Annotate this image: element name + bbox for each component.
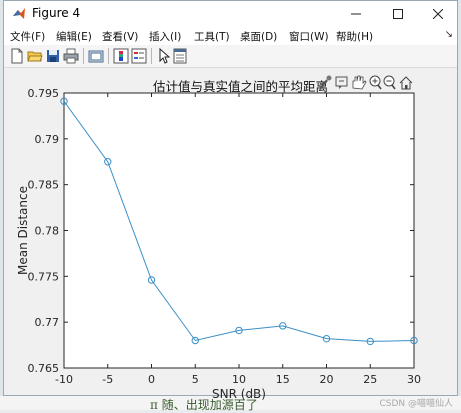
data-tips-icon[interactable] — [335, 76, 348, 89]
x-tick-label: 10 — [232, 373, 246, 386]
axes-toolbar — [319, 75, 413, 90]
x-tick-label: 30 — [407, 373, 421, 386]
x-axis-label: SNR (dB) — [212, 387, 266, 401]
brush-icon[interactable] — [319, 75, 332, 90]
line-chart[interactable]: -10 -5 0 5 10 15 20 25 300.7650.770.7750.780.785… — [0, 0, 461, 410]
zoom-in-icon[interactable] — [369, 75, 382, 90]
y-tick-label: 0.77 — [35, 316, 60, 329]
zoom-out-icon[interactable] — [383, 75, 396, 90]
y-tick-label: 0.795 — [28, 87, 60, 100]
x-tick-label: 15 — [276, 373, 290, 386]
y-axis-label: Mean Distance — [16, 186, 30, 275]
y-tick-label: 0.775 — [28, 270, 60, 283]
x-tick-label: 20 — [320, 373, 334, 386]
y-tick-label: 0.765 — [28, 362, 60, 375]
x-tick-label: 0 — [148, 373, 155, 386]
axes-title: 估计值与真实值之间的平均距离 — [153, 79, 329, 94]
y-tick-label: 0.79 — [35, 133, 60, 146]
y-tick-label: 0.78 — [35, 225, 60, 238]
x-tick-label: 25 — [363, 373, 377, 386]
home-icon[interactable] — [399, 76, 413, 90]
x-tick-label: 5 — [192, 373, 199, 386]
y-tick-label: 0.785 — [28, 179, 60, 192]
pan-icon[interactable] — [352, 75, 367, 90]
x-tick-label: -5 — [102, 373, 113, 386]
